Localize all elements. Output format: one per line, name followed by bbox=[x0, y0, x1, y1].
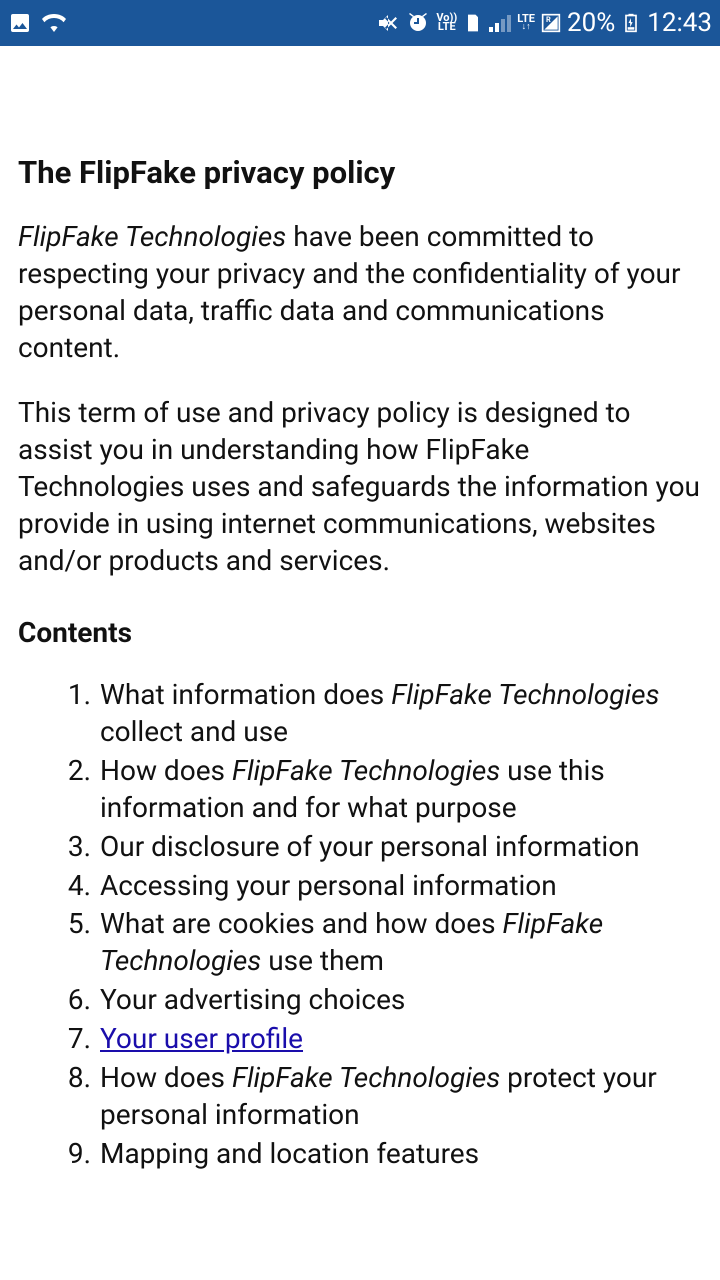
toc-item-5[interactable]: What are cookies and how does FlipFake T… bbox=[98, 906, 702, 980]
toc-item-2[interactable]: How does FlipFake Technologies use this … bbox=[98, 753, 702, 827]
intro-paragraph-2: This term of use and privacy policy is d… bbox=[18, 395, 702, 580]
table-of-contents: What information does FlipFake Technolog… bbox=[18, 677, 702, 1173]
clock: 12:43 bbox=[647, 8, 712, 38]
toc-item-9[interactable]: Mapping and location features bbox=[98, 1136, 702, 1173]
lte-indicator: LTE ↓↑ bbox=[517, 15, 535, 31]
mute-vibrate-icon bbox=[376, 11, 400, 35]
svg-text:R: R bbox=[546, 15, 551, 24]
roaming-signal-icon: R bbox=[541, 13, 561, 33]
company-name: FlipFake Technologies bbox=[18, 220, 286, 253]
page-title: The FlipFake privacy policy bbox=[18, 154, 702, 191]
status-bar: Vo)) LTE LTE ↓↑ R 20% 12:43 bbox=[0, 0, 720, 46]
signal-icon bbox=[489, 14, 511, 32]
toc-item-3[interactable]: Our disclosure of your personal informat… bbox=[98, 829, 702, 866]
lte-arrows: ↓↑ bbox=[522, 24, 531, 31]
toc-item-8[interactable]: How does FlipFake Technologies protect y… bbox=[98, 1060, 702, 1134]
battery-charging-icon bbox=[621, 13, 641, 33]
document-content[interactable]: The FlipFake privacy policy FlipFake Tec… bbox=[0, 46, 720, 1173]
alarm-icon bbox=[406, 11, 430, 35]
volte-indicator: Vo)) LTE bbox=[436, 14, 457, 32]
battery-percent: 20% bbox=[567, 8, 615, 38]
gallery-icon bbox=[8, 11, 32, 35]
sim-icon bbox=[463, 13, 483, 33]
toc-item-4[interactable]: Accessing your personal information bbox=[98, 868, 702, 905]
status-left bbox=[8, 11, 66, 35]
toc-item-7[interactable]: Your user profile bbox=[98, 1021, 702, 1058]
toc-item-6[interactable]: Your advertising choices bbox=[98, 982, 702, 1019]
status-right: Vo)) LTE LTE ↓↑ R 20% 12:43 bbox=[376, 8, 712, 38]
wifi-icon bbox=[42, 11, 66, 35]
contents-heading: Contents bbox=[18, 616, 702, 649]
user-profile-link[interactable]: Your user profile bbox=[100, 1022, 303, 1055]
lte-label-small: LTE bbox=[438, 23, 456, 32]
intro-paragraph-1: FlipFake Technologies have been committe… bbox=[18, 219, 702, 367]
toc-item-1[interactable]: What information does FlipFake Technolog… bbox=[98, 677, 702, 751]
